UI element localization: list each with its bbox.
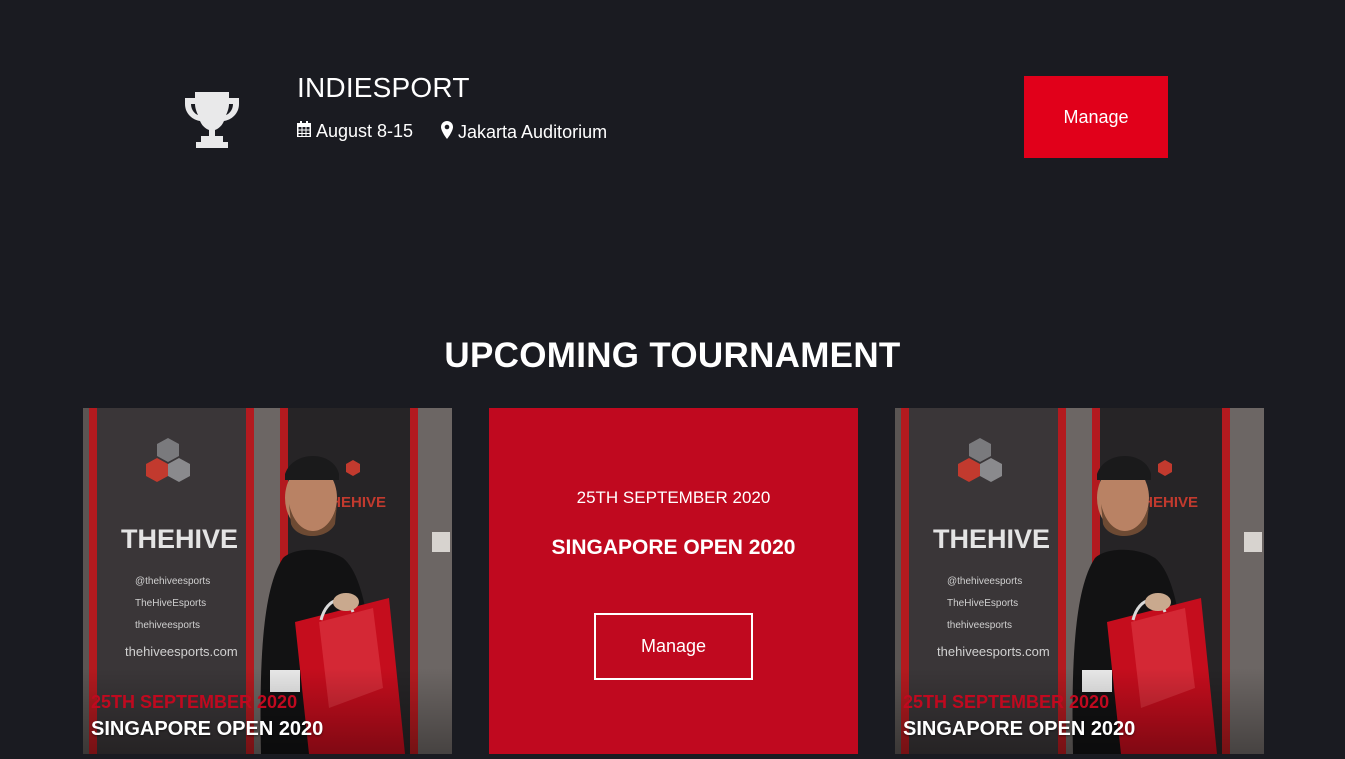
tournament-card[interactable]: THEHIVE @thehiveesports TheHiveEsports t… bbox=[895, 408, 1264, 754]
manage-event-button[interactable]: Manage bbox=[1024, 76, 1168, 158]
map-pin-icon bbox=[441, 121, 453, 144]
svg-text:@thehiveesports: @thehiveesports bbox=[947, 576, 1022, 587]
event-location: Jakarta Auditorium bbox=[441, 121, 607, 144]
tournament-card-highlighted: 25TH SEPTEMBER 2020 SINGAPORE OPEN 2020 … bbox=[489, 408, 858, 754]
svg-text:@thehiveesports: @thehiveesports bbox=[135, 576, 210, 587]
banner-brand-text: THEHIVE bbox=[933, 524, 1050, 554]
page: INDIESPORT August 8-15 Jakarta Auditoriu… bbox=[0, 0, 1345, 759]
tournament-card[interactable]: THEHIVE @thehiveesports TheHiveEsports t… bbox=[83, 408, 452, 754]
svg-text:thehiveesports: thehiveesports bbox=[947, 620, 1012, 631]
tournament-date: 25TH SEPTEMBER 2020 bbox=[903, 692, 1110, 712]
section-title: UPCOMING TOURNAMENT bbox=[444, 336, 901, 375]
svg-text:TheHiveEsports: TheHiveEsports bbox=[947, 598, 1018, 609]
tournament-date: 25TH SEPTEMBER 2020 bbox=[576, 488, 771, 507]
event-date: August 8-15 bbox=[297, 121, 413, 142]
svg-text:thehiveesports.com: thehiveesports.com bbox=[125, 644, 238, 659]
tournament-name: SINGAPORE OPEN 2020 bbox=[903, 718, 1136, 740]
svg-text:thehiveesports: thehiveesports bbox=[135, 620, 200, 631]
calendar-icon bbox=[297, 121, 311, 142]
event-title: INDIESPORT bbox=[297, 72, 470, 103]
tournament-date: 25TH SEPTEMBER 2020 bbox=[91, 692, 298, 712]
tournament-name: SINGAPORE OPEN 2020 bbox=[551, 536, 796, 559]
trophy-icon bbox=[183, 88, 241, 148]
manage-tournament-button[interactable]: Manage bbox=[594, 613, 753, 680]
banner-brand-text: THEHIVE bbox=[121, 524, 238, 554]
event-date-text: August 8-15 bbox=[316, 121, 414, 141]
svg-text:TheHiveEsports: TheHiveEsports bbox=[135, 598, 206, 609]
svg-text:thehiveesports.com: thehiveesports.com bbox=[937, 644, 1050, 659]
event-location-text: Jakarta Auditorium bbox=[458, 122, 608, 142]
tournament-name: SINGAPORE OPEN 2020 bbox=[91, 718, 324, 740]
